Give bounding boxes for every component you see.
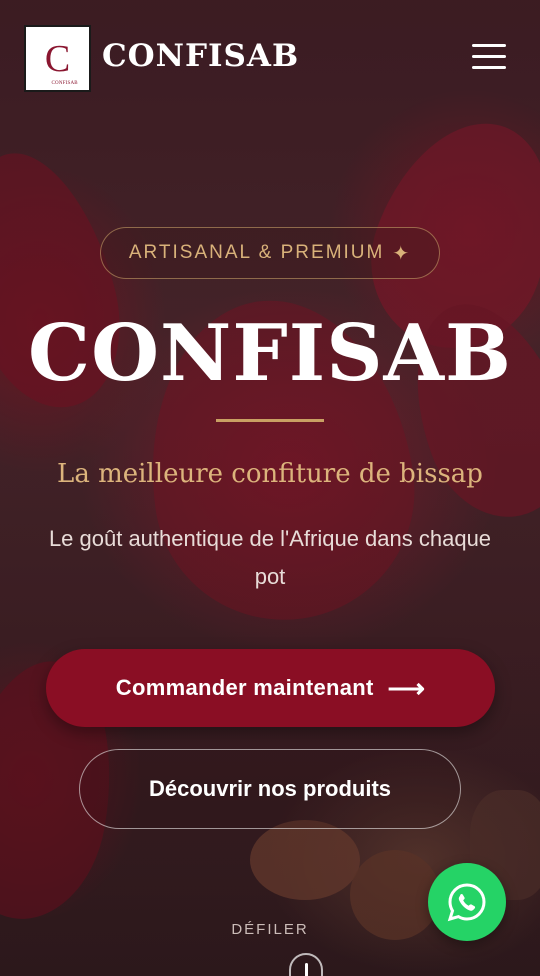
site-header: C CONFISAB CONFISAB bbox=[0, 0, 540, 118]
logo-mark: C CONFISAB bbox=[38, 39, 78, 86]
logo-subtext: CONFISAB bbox=[51, 80, 78, 86]
discover-products-label: Découvrir nos produits bbox=[148, 776, 392, 801]
badge-label: ARTISANAL & PREMIUM bbox=[128, 242, 385, 263]
brand-name[interactable]: CONFISAB bbox=[102, 38, 299, 74]
order-now-label: Commander maintenant bbox=[115, 675, 374, 700]
order-now-button[interactable]: Commander maintenant ⟶ bbox=[46, 649, 495, 727]
logo[interactable]: C CONFISAB bbox=[24, 25, 91, 92]
menu-bar bbox=[472, 55, 506, 58]
hero-title: CONFISAB bbox=[28, 308, 512, 399]
hero-description: Le goût authentique de l'Afrique dans ch… bbox=[48, 526, 492, 589]
hamburger-menu-icon[interactable] bbox=[470, 42, 508, 72]
whatsapp-button[interactable] bbox=[428, 863, 506, 941]
title-divider bbox=[216, 419, 324, 422]
scroll-wheel bbox=[305, 963, 308, 976]
arrow-right-icon: ⟶ bbox=[387, 673, 426, 703]
discover-products-button[interactable]: Découvrir nos produits bbox=[79, 749, 461, 829]
whatsapp-icon bbox=[447, 883, 486, 922]
menu-bar bbox=[472, 44, 506, 47]
artisanal-badge: ARTISANAL & PREMIUM ✦ bbox=[100, 227, 440, 279]
hero-tagline: La meilleure confiture de bissap bbox=[57, 459, 483, 489]
menu-bar bbox=[472, 66, 506, 69]
sparkle-icon: ✦ bbox=[392, 242, 412, 265]
